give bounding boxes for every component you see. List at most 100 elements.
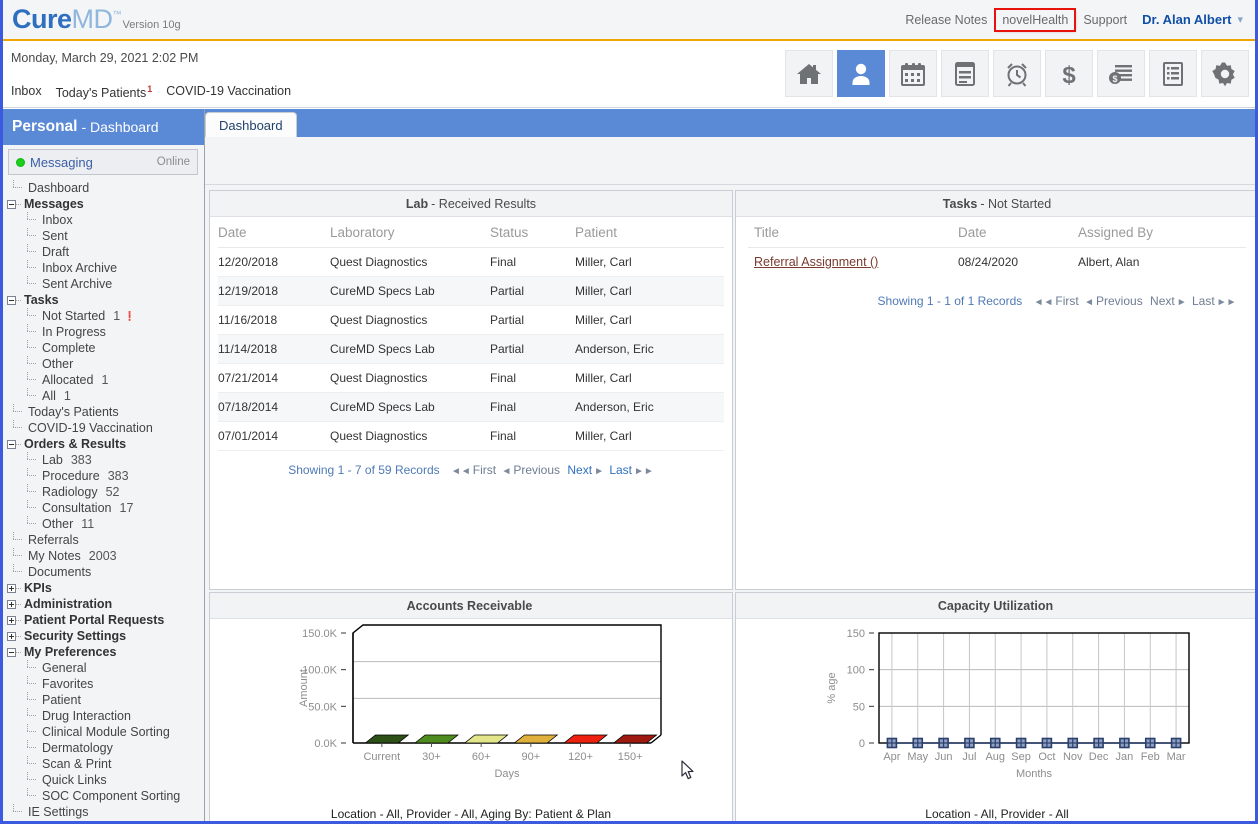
sidebar-item-referrals[interactable]: Referrals <box>3 532 204 548</box>
module-todays-patients[interactable]: Today's Patients1 <box>56 84 153 100</box>
sidebar-item-all[interactable]: All 1 <box>3 388 204 404</box>
home-icon[interactable] <box>785 50 833 97</box>
sidebar-item-procedure[interactable]: Procedure 383 <box>3 468 204 484</box>
lab-col-patient[interactable]: Patient <box>575 217 724 248</box>
sidebar-item-my-preferences[interactable]: My Preferences <box>3 644 204 660</box>
tasks-last-page-icon[interactable]: ►► <box>1217 297 1237 308</box>
sidebar-item-kpis[interactable]: KPIs <box>3 580 204 596</box>
sidebar-item-covid-19-vaccination[interactable]: COVID-19 Vaccination <box>3 420 204 436</box>
sidebar-item-clinical-module-sorting[interactable]: Clinical Module Sorting <box>3 724 204 740</box>
tasks-previous-page-icon[interactable]: ◄ <box>1084 297 1094 308</box>
dollar-icon[interactable]: $ <box>1045 50 1093 97</box>
table-row[interactable]: 12/20/2018 Quest Diagnostics Final Miller, … <box>218 247 724 277</box>
lab-col-laboratory[interactable]: Laboratory <box>330 217 490 248</box>
billing-icon[interactable]: $ <box>1097 50 1145 97</box>
lab-pager-next[interactable]: Next <box>567 463 592 477</box>
user-name-label[interactable]: Dr. Alan Albert <box>1142 12 1231 27</box>
sidebar-item-other[interactable]: Other <box>3 356 204 372</box>
messaging-widget[interactable]: Messaging Online <box>8 149 198 175</box>
table-row[interactable]: 07/18/2014 CureMD Specs Lab Final Anderson,… <box>218 392 724 422</box>
module-covid-vaccination[interactable]: COVID-19 Vaccination <box>166 84 291 98</box>
novelhealth-link[interactable]: novelHealth <box>994 7 1077 32</box>
sidebar-item-inbox[interactable]: Inbox <box>3 212 204 228</box>
sidebar-item-radiology[interactable]: Radiology 52 <box>3 484 204 500</box>
expand-icon[interactable] <box>7 631 16 641</box>
tasks-pager-first[interactable]: First <box>1055 294 1078 308</box>
sidebar-item-security-settings[interactable]: Security Settings <box>3 628 204 644</box>
curemd-logo[interactable]: Cure MD ™ Version 10g <box>12 6 181 33</box>
tasks-next-page-icon[interactable]: ► <box>1177 297 1187 308</box>
lab-col-status[interactable]: Status <box>490 217 575 248</box>
expand-icon[interactable] <box>7 583 16 593</box>
first-page-icon[interactable]: ◄◄ <box>451 466 471 477</box>
sidebar-item-ie-settings[interactable]: IE Settings <box>3 804 204 820</box>
sidebar-item-not-started[interactable]: Not Started 1 ❗ <box>3 308 204 324</box>
patient-icon[interactable] <box>837 50 885 97</box>
list-report-icon[interactable] <box>1149 50 1197 97</box>
module-inbox[interactable]: Inbox <box>11 84 42 98</box>
collapse-icon[interactable] <box>7 647 16 657</box>
chart-drawer-icon[interactable] <box>941 50 989 97</box>
sidebar-item-messages[interactable]: Messages <box>3 196 204 212</box>
table-row[interactable]: 12/19/2018 CureMD Specs Lab Partial Miller,… <box>218 276 724 306</box>
sidebar-item-sent-archive[interactable]: Sent Archive <box>3 276 204 292</box>
support-link[interactable]: Support <box>1078 11 1132 29</box>
sidebar-item-quick-links[interactable]: Quick Links <box>3 772 204 788</box>
sidebar-item-documents[interactable]: Documents <box>3 564 204 580</box>
table-row[interactable]: 11/14/2018 CureMD Specs Lab Partial Anderso… <box>218 334 724 364</box>
last-page-icon[interactable]: ►► <box>634 466 654 477</box>
sidebar-item-in-progress[interactable]: In Progress <box>3 324 204 340</box>
capacity-utilization-chart[interactable]: 0 50 100 150 Apr May Jun Jul Aug Sep Oct Nov Dec Jan F… <box>787 619 1207 784</box>
sidebar-item-favorites[interactable]: Favorites <box>3 676 204 692</box>
previous-page-icon[interactable]: ◄ <box>501 466 511 477</box>
sidebar-item-orders-results[interactable]: Orders & Results <box>3 436 204 452</box>
expand-icon[interactable] <box>7 615 16 625</box>
table-row[interactable]: 11/16/2018 Quest Diagnostics Partial Miller… <box>218 305 724 335</box>
tasks-col-title[interactable]: Title <box>748 217 958 248</box>
sidebar-item-consultation[interactable]: Consultation 17 <box>3 500 204 516</box>
sidebar-item-drug-interaction[interactable]: Drug Interaction <box>3 708 204 724</box>
lab-pager-previous[interactable]: Previous <box>513 463 560 477</box>
lab-col-date[interactable]: Date <box>218 217 330 248</box>
sidebar-item-tasks[interactable]: Tasks <box>3 292 204 308</box>
sidebar-item-other[interactable]: Other 11 <box>3 516 204 532</box>
tab-dashboard[interactable]: Dashboard <box>205 112 297 137</box>
tasks-pager-next[interactable]: Next <box>1150 294 1175 308</box>
gear-icon[interactable] <box>1201 50 1249 97</box>
sidebar-item-draft[interactable]: Draft <box>3 244 204 260</box>
sidebar-item-complete[interactable]: Complete <box>3 340 204 356</box>
sidebar-item-patient[interactable]: Patient <box>3 692 204 708</box>
sidebar-item-lab[interactable]: Lab 383 <box>3 452 204 468</box>
lab-pager-first[interactable]: First <box>473 463 496 477</box>
sidebar-item-sent[interactable]: Sent <box>3 228 204 244</box>
sidebar-item-dermatology[interactable]: Dermatology <box>3 740 204 756</box>
chevron-down-icon[interactable]: ▾ <box>1237 13 1243 26</box>
collapse-icon[interactable] <box>7 295 16 305</box>
task-title-link[interactable]: Referral Assignment () <box>754 255 878 269</box>
accounts-receivable-chart[interactable]: 0.0K50.0K100.0K150.0KCurrent 30+ 60+ 90+ 120… <box>261 619 681 784</box>
calendar-icon[interactable] <box>889 50 937 97</box>
table-row[interactable]: 07/21/2014 Quest Diagnostics Final Miller, … <box>218 363 724 393</box>
tasks-pager-previous[interactable]: Previous <box>1096 294 1143 308</box>
alarm-clock-icon[interactable] <box>993 50 1041 97</box>
tasks-pager-last[interactable]: Last <box>1192 294 1215 308</box>
tasks-col-assigned-by[interactable]: Assigned By <box>1078 217 1246 248</box>
collapse-icon[interactable] <box>7 199 16 209</box>
table-row[interactable]: 07/01/2014 Quest Diagnostics Final Miller, … <box>218 421 724 451</box>
sidebar-item-patient-portal-requests[interactable]: Patient Portal Requests <box>3 612 204 628</box>
next-page-icon[interactable]: ► <box>594 466 604 477</box>
sidebar-item-inbox-archive[interactable]: Inbox Archive <box>3 260 204 276</box>
sidebar-item-my-notes[interactable]: My Notes 2003 <box>3 548 204 564</box>
table-row[interactable]: Referral Assignment () 08/24/2020 Albert, … <box>748 248 1246 277</box>
expand-icon[interactable] <box>7 599 16 609</box>
sidebar-item-general[interactable]: General <box>3 660 204 676</box>
sidebar-item-today-s-patients[interactable]: Today's Patients <box>3 404 204 420</box>
tasks-col-date[interactable]: Date <box>958 217 1078 248</box>
lab-pager-last[interactable]: Last <box>609 463 632 477</box>
sidebar-item-scan-print[interactable]: Scan & Print <box>3 756 204 772</box>
sidebar-item-allocated[interactable]: Allocated 1 <box>3 372 204 388</box>
tasks-first-page-icon[interactable]: ◄◄ <box>1034 297 1054 308</box>
release-notes-link[interactable]: Release Notes <box>900 11 992 29</box>
sidebar-item-administration[interactable]: Administration <box>3 596 204 612</box>
sidebar-item-dashboard[interactable]: Dashboard <box>3 180 204 196</box>
